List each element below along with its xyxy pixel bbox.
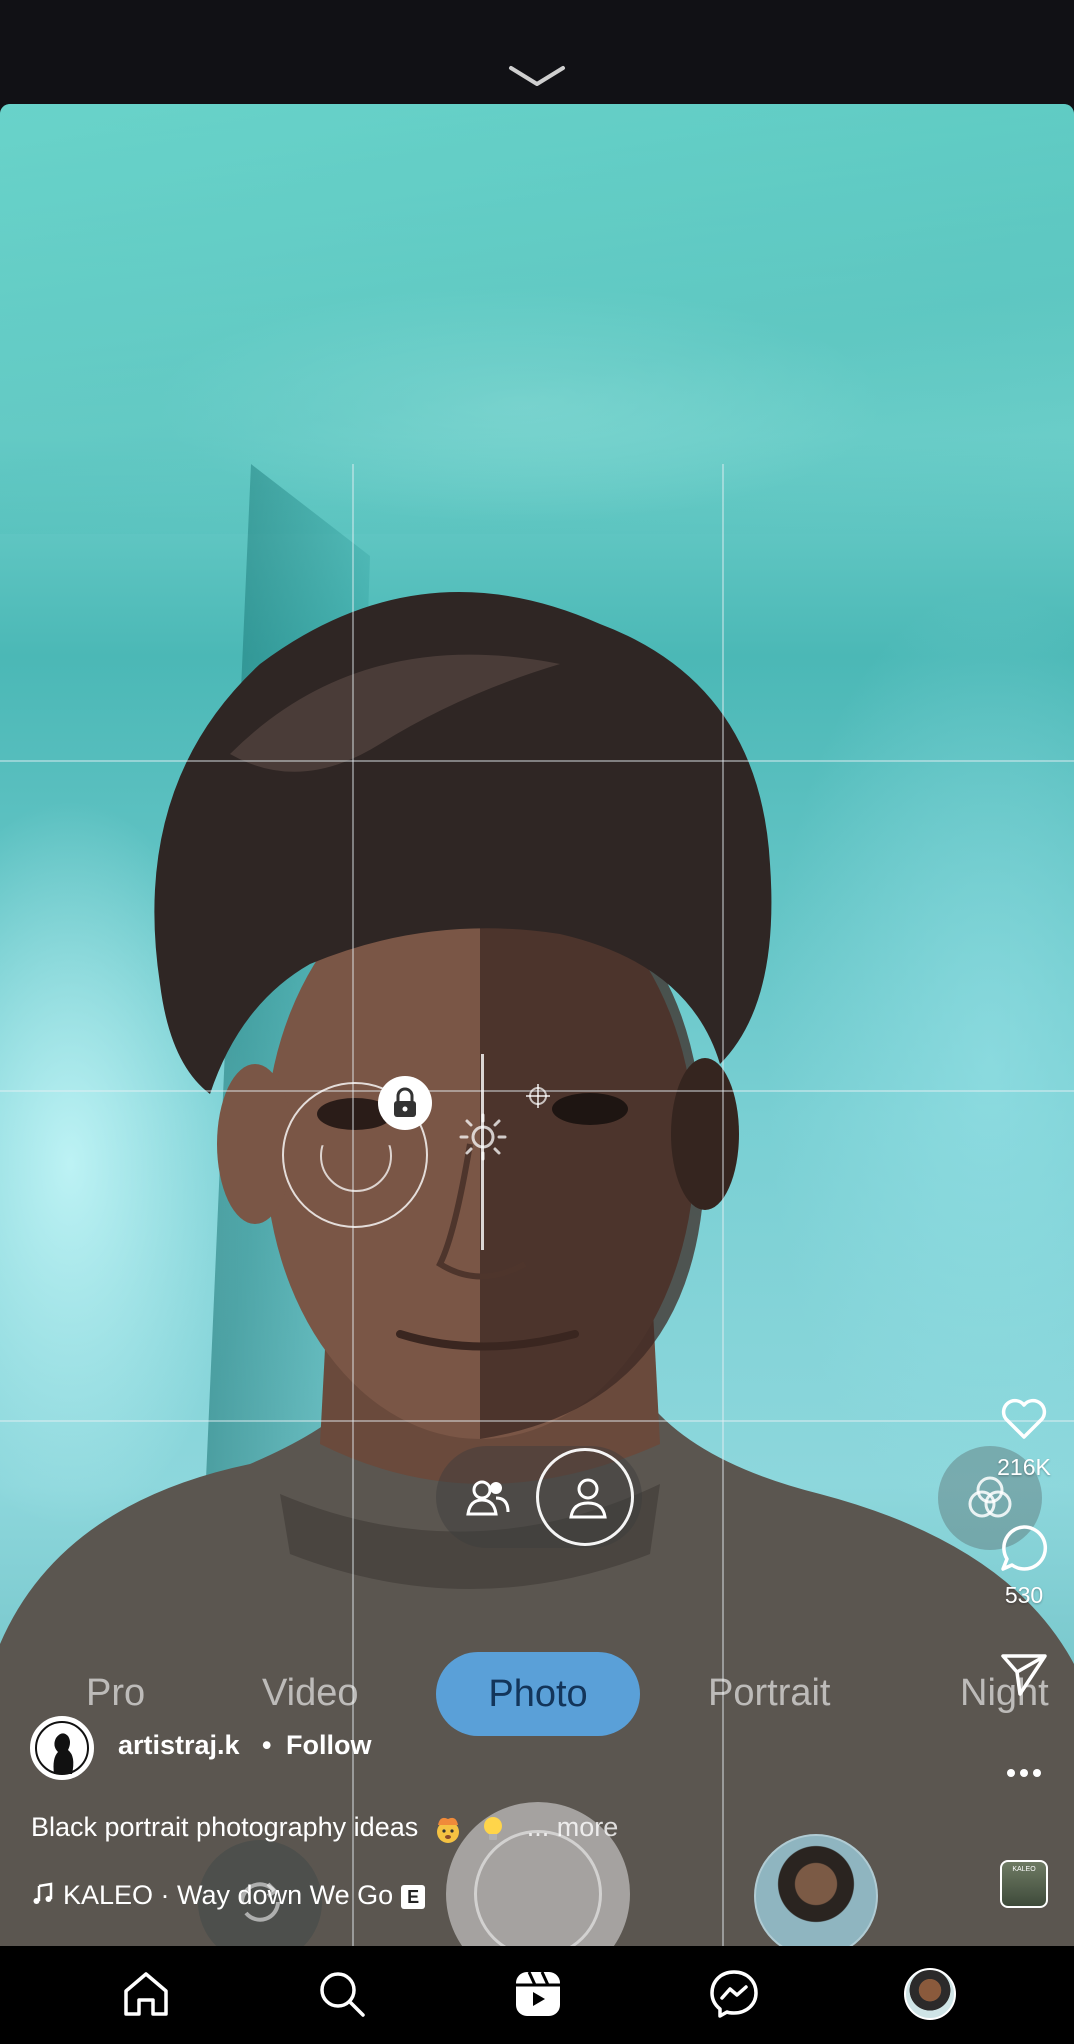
audio-track-name: KALEO · Way down We Go	[63, 1880, 394, 1910]
light-bulb-emoji-icon	[484, 1816, 503, 1840]
camera-mode-video: Video	[262, 1672, 359, 1714]
silhouette-icon	[34, 1720, 90, 1776]
gallery-thumbnail	[754, 1834, 878, 1958]
group-icon	[466, 1480, 510, 1516]
like-count: 216K	[997, 1454, 1051, 1480]
share-icon[interactable]	[998, 1648, 1050, 1700]
top-bar	[0, 0, 1074, 104]
audio-thumbnail[interactable]: KALEO	[1000, 1860, 1048, 1908]
separator-dot: •	[262, 1730, 272, 1760]
reels-icon[interactable]	[510, 1966, 566, 2022]
more-options-icon[interactable]	[1006, 1768, 1042, 1778]
person-icon	[569, 1478, 607, 1519]
search-icon[interactable]	[314, 1966, 370, 2022]
audio-thumb-label: KALEO	[1012, 1866, 1036, 1873]
grid-line-horizontal-1	[0, 760, 1074, 762]
camera-mode-photo: Photo	[436, 1652, 640, 1736]
follow-button[interactable]: Follow	[286, 1730, 371, 1761]
camera-mode-portrait: Portrait	[708, 1672, 831, 1714]
bottom-navigation	[0, 1946, 1074, 2044]
chevron-down-icon[interactable]	[507, 62, 567, 90]
author-avatar[interactable]	[30, 1716, 94, 1780]
camera-mode-pro: Pro	[86, 1672, 146, 1714]
grid-line-vertical-2	[722, 464, 724, 1946]
heart-icon[interactable]	[998, 1392, 1050, 1444]
explicit-badge: E	[401, 1885, 426, 1909]
grid-line-horizontal-3	[0, 1420, 1074, 1422]
exposure-sun-icon	[459, 1113, 507, 1161]
home-icon[interactable]	[118, 1966, 174, 2022]
comment-count: 530	[1004, 1582, 1044, 1608]
post-caption[interactable]: Black portrait photography ideas ... mor…	[31, 1812, 618, 1845]
lock-icon	[378, 1076, 432, 1130]
caption-text: Black portrait photography ideas	[31, 1812, 419, 1842]
messenger-icon[interactable]	[706, 1966, 762, 2022]
caption-more-link[interactable]: ... more	[527, 1812, 619, 1842]
music-note-icon	[33, 1882, 53, 1904]
crosshair-icon	[526, 1084, 550, 1108]
author-username[interactable]: artistraj.k	[118, 1730, 240, 1761]
audio-track[interactable]: KALEO · Way down We Go E	[31, 1880, 426, 1911]
camera-subject-toggle	[436, 1446, 642, 1548]
profile-avatar[interactable]	[904, 1968, 956, 2020]
exploding-head-emoji-icon	[436, 1817, 459, 1843]
comment-icon[interactable]	[998, 1522, 1050, 1574]
single-subject-button	[536, 1448, 634, 1546]
